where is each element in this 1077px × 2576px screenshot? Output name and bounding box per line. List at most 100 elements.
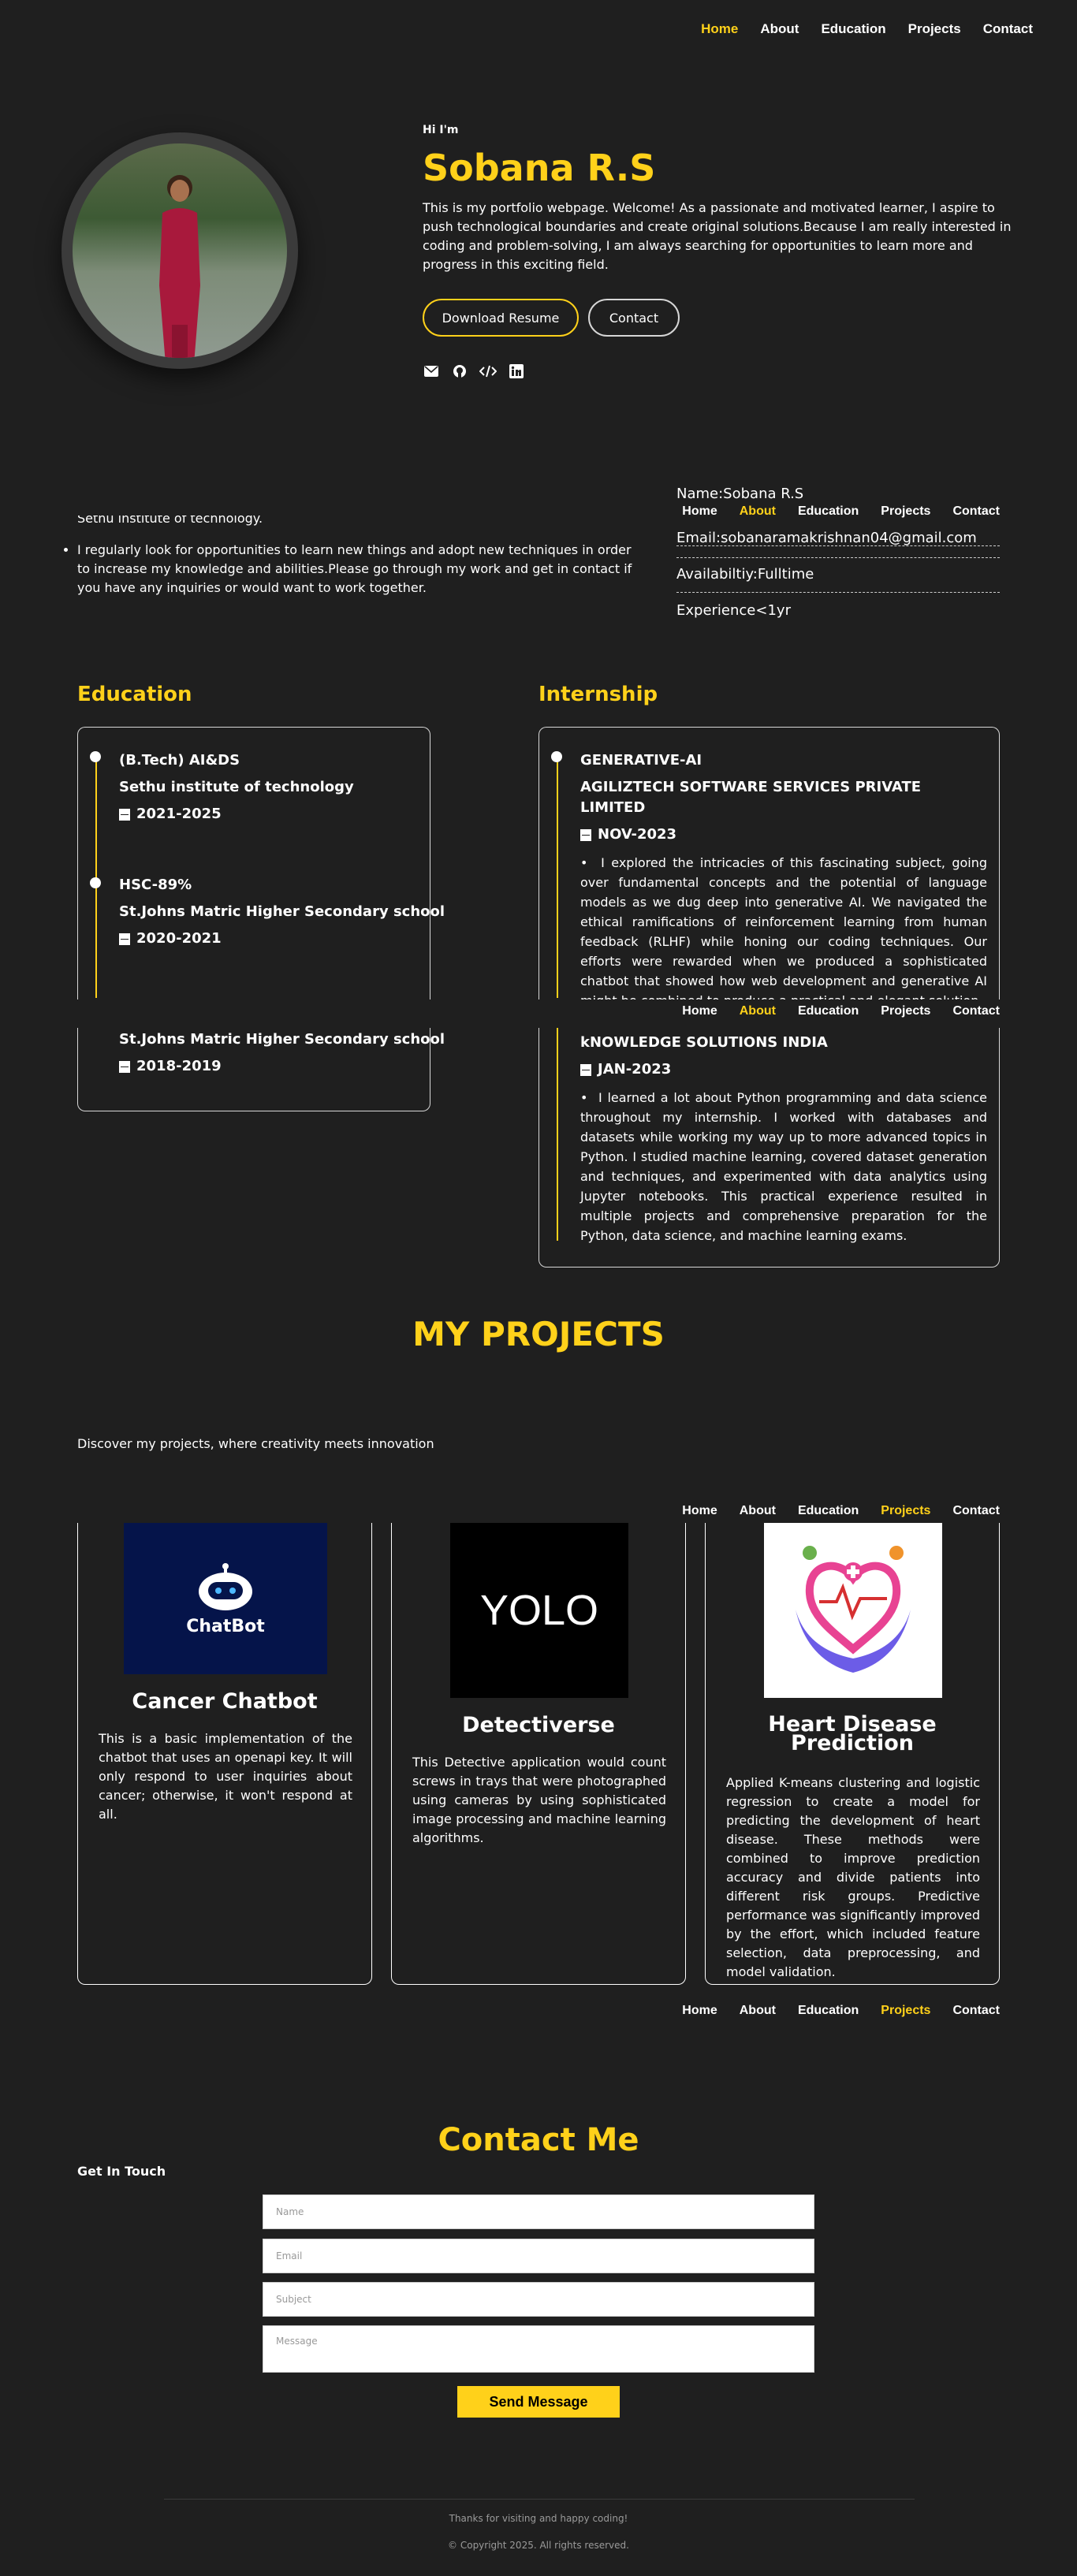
nav-education[interactable]: Education <box>798 504 859 519</box>
internship-date: NOV-2023 <box>580 825 987 845</box>
project-desc: This Detective application would count s… <box>412 1755 666 1845</box>
code-icon[interactable] <box>479 363 497 380</box>
footer-divider <box>164 2499 915 2500</box>
timeline-dot <box>90 877 101 888</box>
chatbot-image-text: ChatBot <box>186 1616 265 1636</box>
info-experience: Experience<1yr <box>676 602 791 619</box>
project-card-detectiverse[interactable]: YOLO Detectiverse This Detective applica… <box>391 1523 686 1985</box>
nav-contact[interactable]: Contact <box>952 504 1000 519</box>
info-list: Email:sobanaramakrishnan04@gmail.com Ava… <box>676 522 1000 627</box>
heart-image <box>764 1523 942 1698</box>
nav-home[interactable]: Home <box>701 21 738 37</box>
greeting: Hi I'm <box>423 124 459 136</box>
nav-about[interactable]: About <box>740 1504 776 1518</box>
nav-home[interactable]: Home <box>682 1004 717 1018</box>
nav-projects[interactable]: Projects <box>881 2004 930 2018</box>
info-availability: Availabiltiy:Fulltime <box>676 558 1000 593</box>
education-item-2: HSC-89% St.Johns Matric Higher Secondary… <box>119 875 445 949</box>
about-partial: Sethu institute of technology. <box>77 516 653 531</box>
nav-education[interactable]: Education <box>798 2004 859 2018</box>
envelope-icon[interactable] <box>423 363 440 380</box>
internship-company: AGILIZTECH SOFTWARE SERVICES PRIVATE LIM… <box>580 779 922 816</box>
contact-button[interactable]: Contact <box>588 299 680 337</box>
timeline-dot <box>90 751 101 762</box>
email-field[interactable]: Email <box>263 2239 814 2273</box>
send-message-button[interactable]: Send Message <box>457 2386 620 2418</box>
education-school: Sethu institute of technology <box>119 779 354 795</box>
sticky-nav-about: Home About Education Projects Contact <box>682 504 1000 519</box>
footer-thanks: Thanks for visiting and happy coding! <box>449 2513 628 2524</box>
nav-contact[interactable]: Contact <box>983 21 1033 37</box>
yolo-image: YOLO <box>450 1523 628 1698</box>
nav-contact[interactable]: Contact <box>952 2004 1000 2018</box>
person-figure <box>159 175 200 358</box>
linkedin-icon[interactable] <box>508 363 525 380</box>
nav-education[interactable]: Education <box>798 1504 859 1518</box>
nav-projects[interactable]: Projects <box>908 21 961 37</box>
internship-date-text: NOV-2023 <box>598 826 677 843</box>
nav-home[interactable]: Home <box>682 504 717 519</box>
sticky-nav-education: Home About Education Projects Contact <box>682 1004 1000 1018</box>
nav-home[interactable]: Home <box>682 2004 717 2018</box>
nav-contact[interactable]: Contact <box>952 1504 1000 1518</box>
subject-field[interactable]: Subject <box>263 2282 814 2317</box>
internship-role: GENERATIVE-AI <box>580 752 702 769</box>
chatbot-image: ChatBot <box>124 1523 327 1674</box>
internship-date: JAN-2023 <box>580 1059 987 1080</box>
education-years: 2021-2025 <box>136 806 222 822</box>
project-name: Heart Disease Prediction <box>768 1712 937 1755</box>
about-bullet: I regularly look for opportunities to le… <box>77 541 639 597</box>
heart-hands-icon <box>796 1546 911 1673</box>
project-card-chatbot[interactable]: ChatBot Cancer Chatbot This is a basic i… <box>77 1523 372 1985</box>
internship-timeline <box>557 757 558 998</box>
nav-about[interactable]: About <box>740 1004 776 1018</box>
internship-date-text: JAN-2023 <box>598 1061 672 1078</box>
nav-projects[interactable]: Projects <box>881 1504 930 1518</box>
education-years: 2018-2019 <box>136 1058 222 1074</box>
projects-subtitle: Discover my projects, where creativity m… <box>77 1436 434 1451</box>
project-card-heart[interactable]: Heart Disease Prediction Applied K-means… <box>705 1523 1000 1985</box>
github-icon[interactable] <box>451 363 468 380</box>
education-date: 2018-2019 <box>119 1056 445 1077</box>
education-school: St.Johns Matric Higher Secondary school <box>119 1031 445 1048</box>
nav-about[interactable]: About <box>740 2004 776 2018</box>
info-email: Email:sobanaramakrishnan04@gmail.com <box>676 522 1000 558</box>
social-links <box>423 363 525 380</box>
education-title: Education <box>77 683 192 706</box>
sticky-nav-projects: Home About Education Projects Contact <box>682 1504 1000 1518</box>
get-in-touch: Get In Touch <box>77 2164 166 2179</box>
nav-education[interactable]: Education <box>798 1004 859 1018</box>
education-item-1: (B.Tech) AI&DS Sethu institute of techno… <box>119 750 354 825</box>
calendar-icon <box>580 1063 591 1076</box>
nav-projects[interactable]: Projects <box>881 504 930 519</box>
timeline-dot <box>551 751 562 762</box>
message-field[interactable]: Message <box>263 2325 814 2373</box>
name-field[interactable]: Name <box>263 2194 814 2229</box>
project-desc: This is a basic implementation of the ch… <box>99 1731 352 1822</box>
education-date: 2020-2021 <box>119 929 445 949</box>
projects-title: MY PROJECTS <box>412 1315 665 1353</box>
top-nav: Home About Education Projects Contact <box>701 21 1033 37</box>
nav-about[interactable]: About <box>760 21 799 37</box>
nav-home[interactable]: Home <box>682 1504 717 1518</box>
sticky-nav-contact: Home About Education Projects Contact <box>682 2004 1000 2018</box>
footer-copyright: © Copyright 2025. All rights reserved. <box>448 2540 629 2551</box>
nav-about[interactable]: About <box>740 504 776 519</box>
internship-desc-text: I explored the intricacies of this fasci… <box>580 855 987 1008</box>
calendar-icon <box>119 932 130 945</box>
robot-icon <box>199 1562 252 1610</box>
profile-photo <box>73 143 287 358</box>
internship-desc: • I learned a lot about Python programmi… <box>580 1090 987 1243</box>
download-resume-button[interactable]: Download Resume <box>423 299 579 337</box>
nav-education[interactable]: Education <box>821 21 885 37</box>
nav-contact[interactable]: Contact <box>952 1004 1000 1018</box>
profile-photo-frame <box>61 132 298 369</box>
education-degree: HSC-89% <box>119 877 192 893</box>
education-years: 2020-2021 <box>136 930 222 947</box>
nav-projects[interactable]: Projects <box>881 1004 930 1018</box>
internship-desc-text: I learned a lot about Python programming… <box>580 1090 987 1243</box>
project-name: Detectiverse <box>462 1713 615 1737</box>
project-desc: Applied K-means clustering and logistic … <box>726 1775 980 1979</box>
calendar-icon <box>119 1060 130 1073</box>
calendar-icon <box>580 828 591 841</box>
